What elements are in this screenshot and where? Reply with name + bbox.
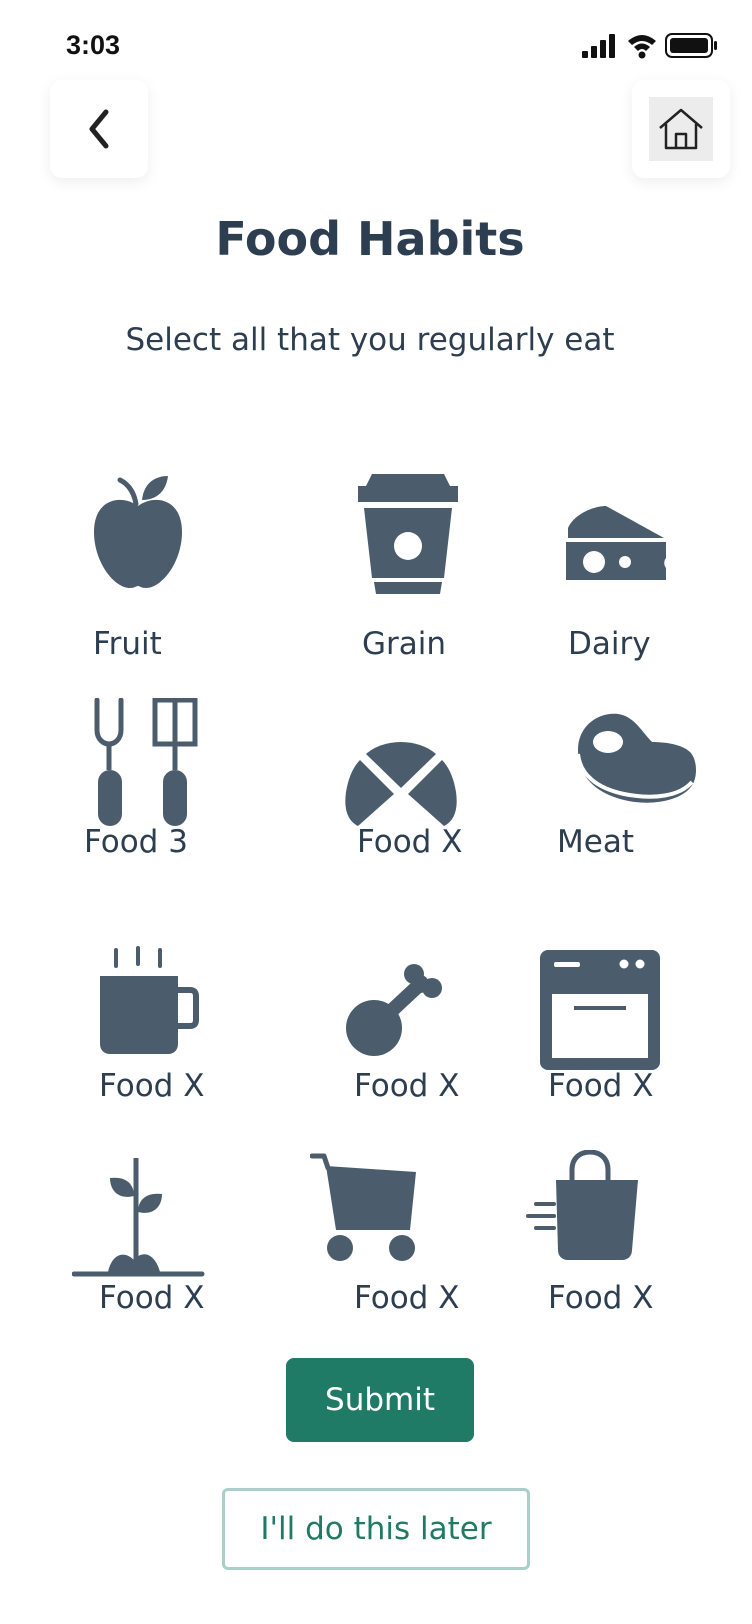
status-bar: 3:03 xyxy=(0,0,752,80)
food-option-fruit[interactable]: Fruit xyxy=(70,460,290,670)
submit-button[interactable]: Submit xyxy=(286,1358,474,1442)
food-option-croissant[interactable]: Food X xyxy=(330,690,550,890)
food-option-label: Dairy xyxy=(568,626,651,662)
sprout-icon xyxy=(72,1158,205,1277)
home-icon-wrap xyxy=(649,97,713,161)
status-time: 3:03 xyxy=(66,30,121,60)
page-subtitle: Select all that you regularly eat xyxy=(125,322,615,358)
cheese-icon xyxy=(566,506,666,580)
food-option-label: Food X xyxy=(99,1280,205,1316)
status-icons xyxy=(582,33,717,59)
shopping-cart-icon xyxy=(310,1153,416,1261)
croissant-icon xyxy=(345,742,457,826)
food-option-label: Food X xyxy=(354,1280,460,1316)
food-option-takeout[interactable]: Food X xyxy=(526,1150,746,1330)
home-button[interactable] xyxy=(632,80,730,178)
chevron-left-icon xyxy=(89,109,109,149)
food-option-grain[interactable]: Grain xyxy=(330,460,550,670)
battery-icon xyxy=(665,33,717,58)
food-option-plants[interactable]: Food X xyxy=(70,1150,290,1330)
fast-delivery-bag-icon xyxy=(526,1150,638,1260)
food-option-poultry[interactable]: Food X xyxy=(330,946,550,1126)
oven-icon xyxy=(540,950,660,1070)
food-option-label: Meat xyxy=(557,824,634,860)
coffee-cup-icon xyxy=(358,474,458,594)
food-option-label: Food X xyxy=(354,1068,460,1104)
apple-icon xyxy=(94,476,182,588)
do-later-button[interactable]: I'll do this later xyxy=(222,1488,530,1570)
bbq-tools-icon xyxy=(94,698,198,826)
food-option-oven[interactable]: Food X xyxy=(540,946,752,1126)
back-button[interactable] xyxy=(50,80,148,178)
food-option-label: Food 3 xyxy=(84,824,188,860)
food-option-groceries[interactable]: Food X xyxy=(310,1150,530,1330)
food-option-food-3[interactable]: Food 3 xyxy=(70,690,290,890)
food-option-label: Food X xyxy=(99,1068,205,1104)
chicken-leg-icon xyxy=(346,964,442,1056)
hot-mug-icon xyxy=(100,946,199,1054)
food-option-hot-drink[interactable]: Food X xyxy=(70,946,290,1126)
food-option-meat[interactable]: Meat xyxy=(540,690,752,890)
food-option-label: Food X xyxy=(548,1280,654,1316)
cellular-signal-icon xyxy=(582,34,615,58)
steak-icon xyxy=(576,713,696,803)
page-title: Food Habits xyxy=(215,212,525,266)
food-option-label: Food X xyxy=(548,1068,654,1104)
food-option-label: Fruit xyxy=(93,626,162,662)
food-option-label: Grain xyxy=(362,626,447,662)
food-option-dairy[interactable]: Dairy xyxy=(540,460,752,670)
home-icon xyxy=(659,108,703,150)
food-option-label: Food X xyxy=(357,824,463,860)
wifi-icon xyxy=(628,35,656,59)
